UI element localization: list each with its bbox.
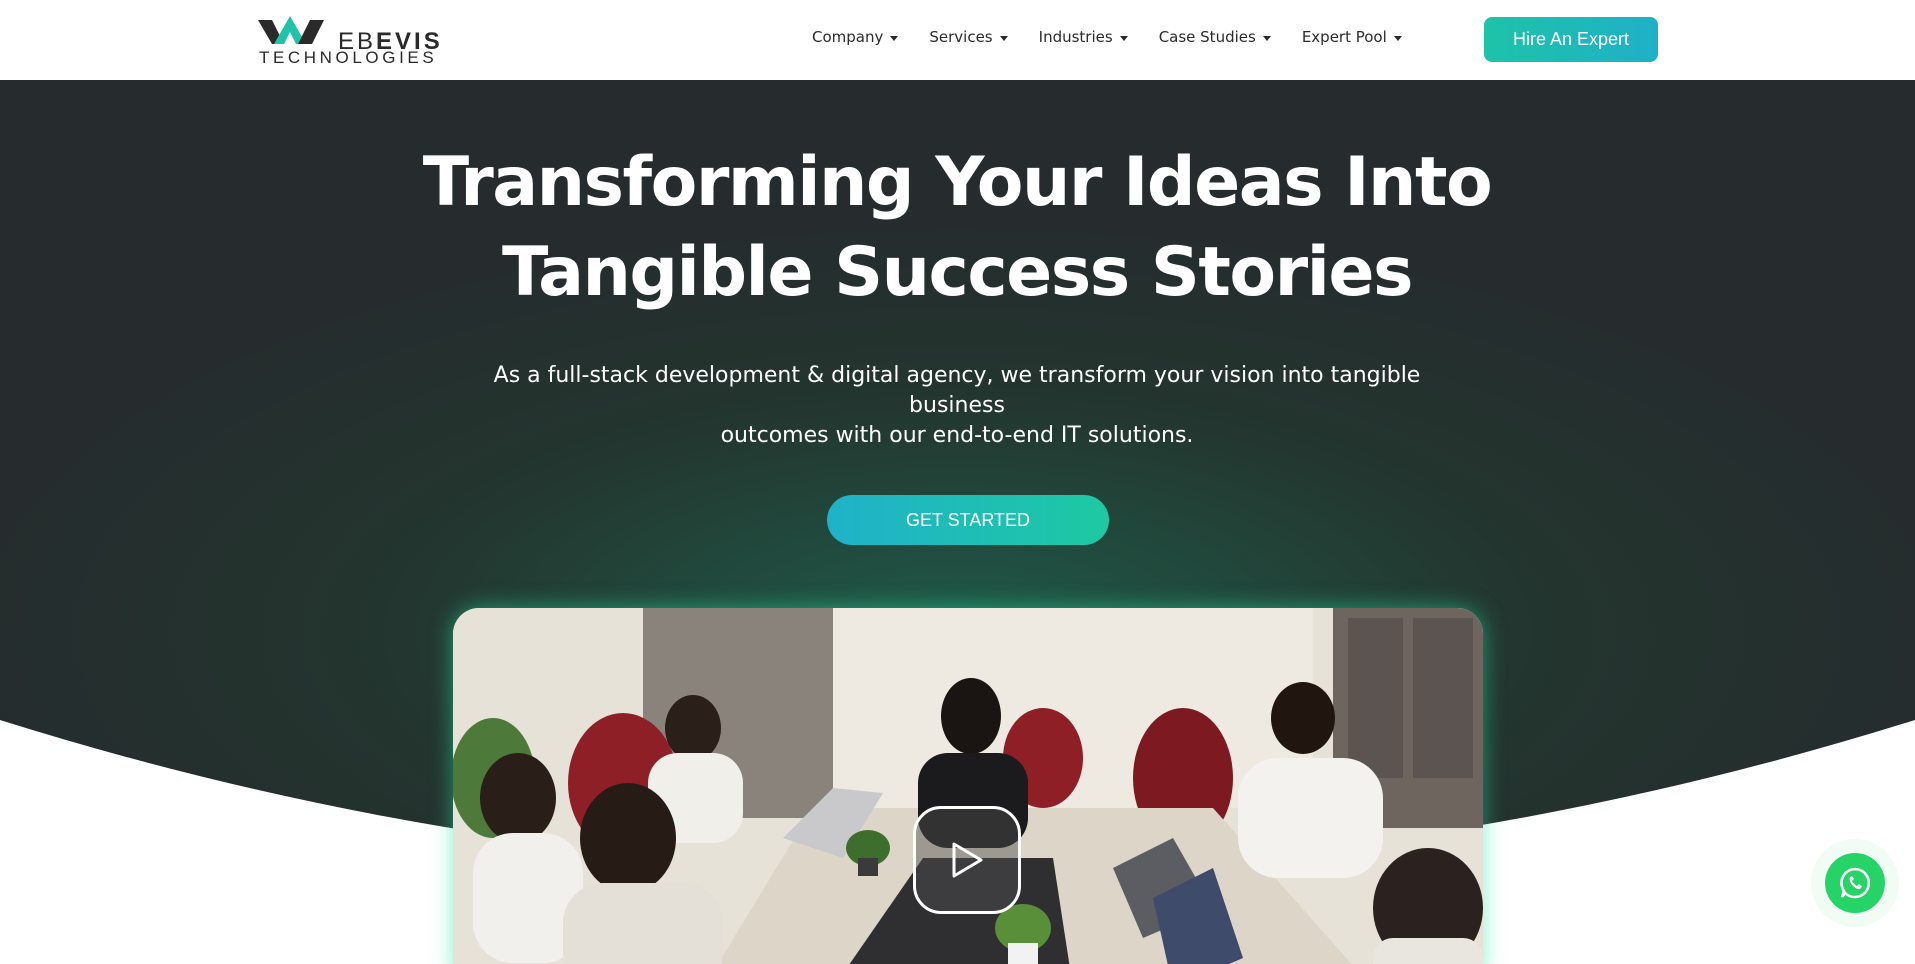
nav-item-label: Services (929, 28, 993, 46)
site-header: EBEVIS TECHNOLOGIES Company Services Ind… (0, 0, 1915, 80)
logo-mark-icon (258, 16, 324, 44)
hero-subtitle-line-2: outcomes with our end-to-end IT solution… (720, 423, 1194, 448)
company-logo[interactable]: EBEVIS TECHNOLOGIES (258, 14, 440, 67)
nav-item-label: Case Studies (1158, 28, 1256, 46)
hire-expert-button[interactable]: Hire An Expert (1484, 17, 1658, 62)
hero-title-line-2: Tangible Success Stories (501, 233, 1414, 312)
nav-item-label: Company (812, 28, 884, 46)
whatsapp-chat-button[interactable] (1825, 853, 1885, 913)
hero-section: Transforming Your Ideas Into Tangible Su… (0, 80, 1915, 964)
main-nav: Company Services Industries Case Studies… (812, 28, 1433, 46)
hero-subtitle-line-1: As a full-stack development & digital ag… (493, 363, 1421, 418)
logo-subtitle: TECHNOLOGIES (259, 48, 438, 67)
caret-down-icon (1393, 35, 1402, 41)
nav-item-label: Industries (1038, 28, 1113, 46)
nav-item-label: Expert Pool (1301, 28, 1387, 46)
caret-down-icon (890, 35, 899, 41)
whatsapp-icon (1840, 867, 1871, 899)
caret-down-icon (999, 35, 1008, 41)
get-started-button[interactable]: GET STARTED (827, 495, 1109, 545)
hero-subtitle: As a full-stack development & digital ag… (457, 361, 1457, 451)
caret-down-icon (1119, 35, 1128, 41)
hero-title-line-1: Transforming Your Ideas Into (422, 143, 1493, 222)
nav-item-case-studies[interactable]: Case Studies (1159, 28, 1271, 46)
nav-item-company[interactable]: Company (812, 28, 899, 46)
nav-item-expert-pool[interactable]: Expert Pool (1302, 28, 1402, 46)
nav-item-services[interactable]: Services (929, 28, 1008, 46)
caret-down-icon (1262, 35, 1271, 41)
intro-video[interactable] (453, 608, 1483, 964)
play-icon (952, 842, 983, 878)
hero-title: Transforming Your Ideas Into Tangible Su… (357, 138, 1557, 318)
nav-item-industries[interactable]: Industries (1039, 28, 1128, 46)
play-video-button[interactable] (913, 806, 1021, 914)
